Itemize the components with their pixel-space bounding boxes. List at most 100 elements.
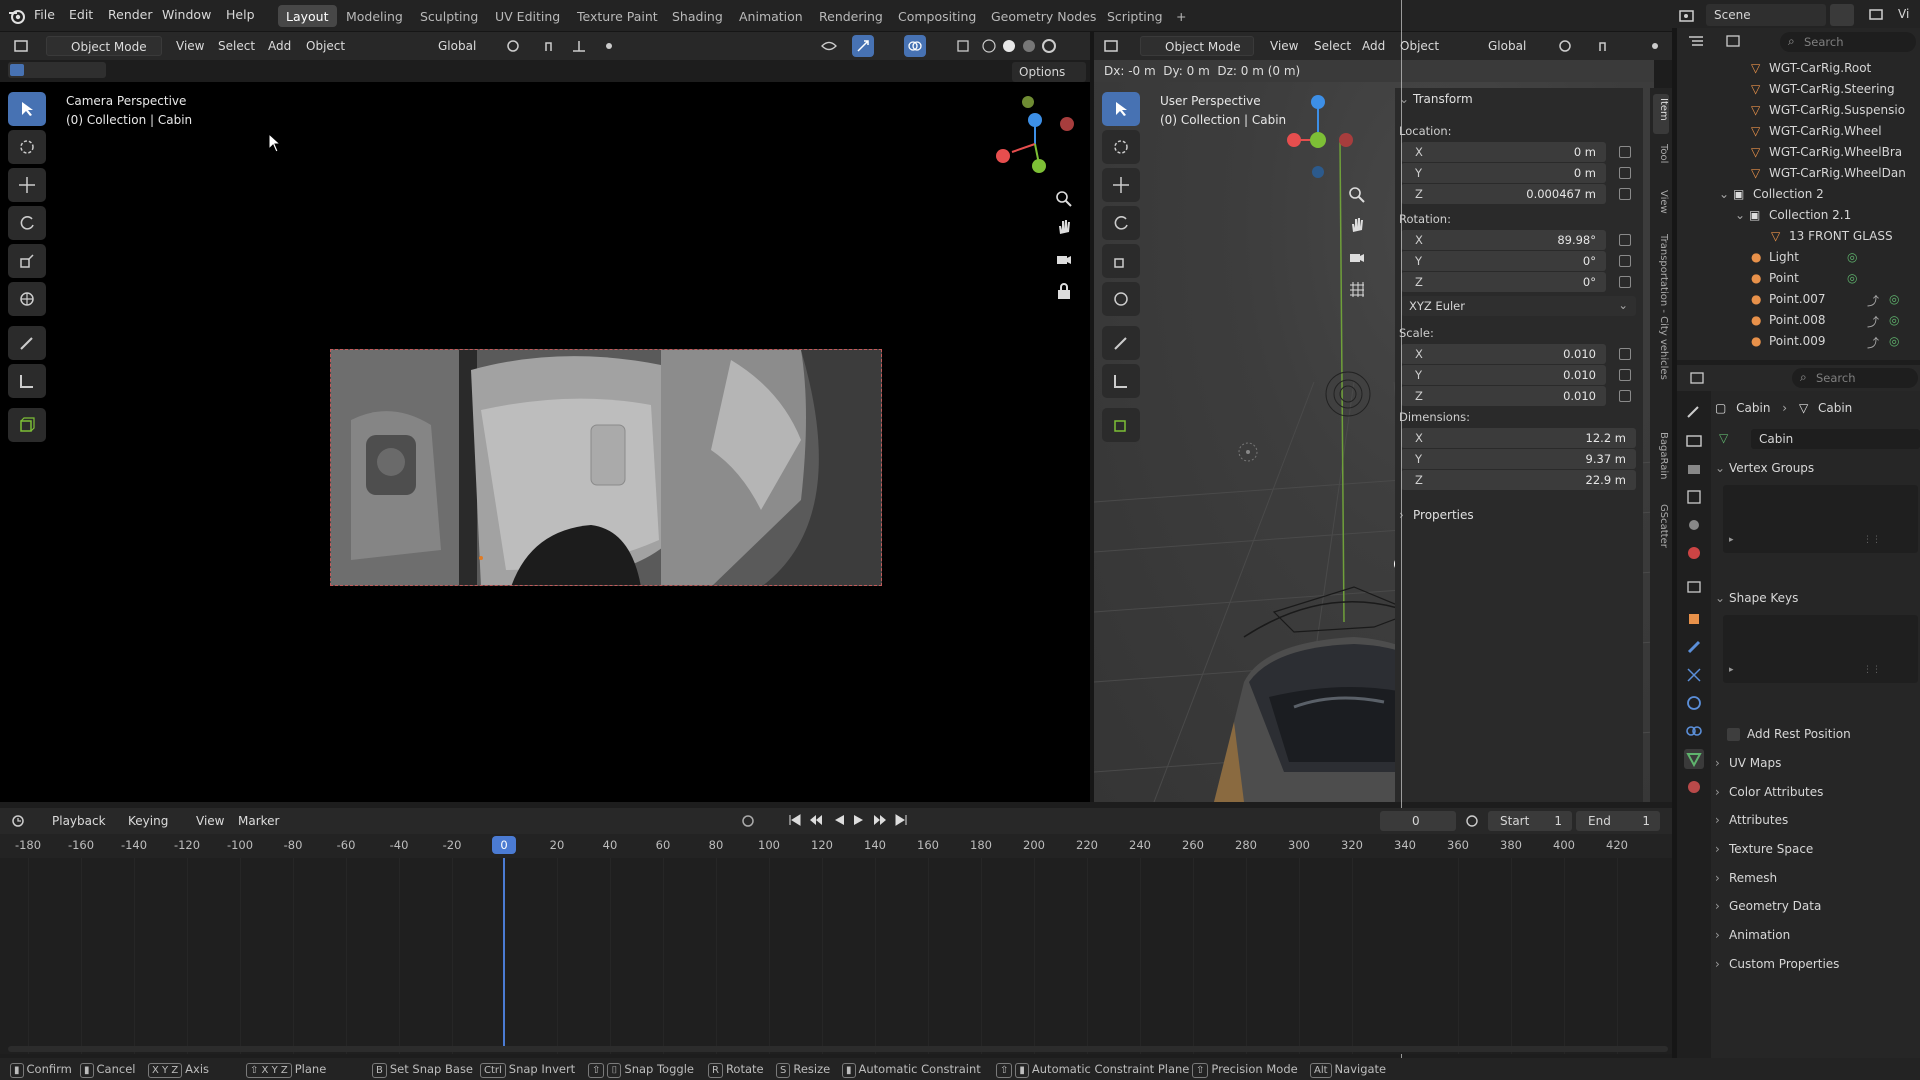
outliner-row[interactable]: ● Point.007 ⤴ ◎ — [1677, 289, 1920, 310]
transform-orientation-dropdown[interactable]: Global — [412, 36, 496, 56]
menu-file[interactable]: File — [34, 7, 55, 22]
rotate-tool-icon[interactable] — [8, 206, 46, 240]
options-dropdown[interactable]: Options — [1012, 62, 1086, 82]
end-frame-field[interactable]: End 1 — [1576, 811, 1660, 831]
tab-tool[interactable]: Tool — [1653, 140, 1669, 180]
scale-tool-icon[interactable] — [1102, 244, 1140, 278]
menu-render[interactable]: Render — [108, 7, 153, 22]
overlays-icon[interactable] — [904, 35, 926, 57]
auto-keying-icon[interactable] — [740, 813, 756, 829]
shape-keys-list[interactable]: ▸ ⋮⋮ — [1723, 615, 1918, 683]
scene-selector[interactable]: Scene — [1706, 4, 1826, 26]
output-tab-icon[interactable] — [1684, 459, 1704, 479]
tab-sculpting[interactable]: Sculpting — [412, 5, 486, 27]
move-tool-icon[interactable] — [1102, 168, 1140, 202]
lock-icon[interactable] — [1619, 369, 1631, 381]
location-x-field[interactable]: X 0 m — [1401, 142, 1606, 162]
custom-properties-panel-header[interactable]: › Custom Properties — [1715, 957, 1920, 971]
menu-select[interactable]: Select — [212, 36, 261, 56]
jump-to-keyframe-forward-icon[interactable] — [872, 813, 886, 827]
outliner-row[interactable]: ▽ WGT-CarRig.Root — [1677, 58, 1920, 79]
lock-icon[interactable] — [1619, 390, 1631, 402]
scene-tab-icon[interactable] — [1684, 515, 1704, 535]
tab-rendering[interactable]: Rendering — [811, 5, 891, 27]
select-box-tool-icon[interactable] — [8, 92, 46, 126]
add-workspace-button[interactable]: + — [1168, 5, 1194, 27]
tab-modeling[interactable]: Modeling — [338, 5, 411, 27]
outliner-row[interactable]: ● Light ◎ — [1677, 247, 1920, 268]
annotate-tool-icon[interactable] — [8, 326, 46, 360]
location-y-field[interactable]: Y 0 m — [1401, 163, 1606, 183]
texture-space-panel-header[interactable]: › Texture Space — [1715, 842, 1920, 856]
play-icon[interactable] — [852, 813, 866, 827]
list-resize-handle-icon[interactable]: ⋮⋮ — [1863, 665, 1881, 675]
menu-view[interactable]: View — [170, 36, 210, 56]
jump-to-keyframe-back-icon[interactable] — [810, 813, 824, 827]
tab-view[interactable]: View — [1653, 186, 1669, 226]
editor-type-icon[interactable] — [10, 35, 32, 57]
cursor-tool-icon[interactable] — [8, 130, 46, 164]
properties-search-input[interactable]: ⌕ Search — [1792, 368, 1918, 388]
outliner-row[interactable]: ▽ WGT-CarRig.WheelBra — [1677, 142, 1920, 163]
collection-tab-icon[interactable] — [1684, 577, 1704, 597]
menu-view[interactable]: View — [190, 811, 230, 831]
tab-animation[interactable]: Animation — [731, 5, 811, 27]
editor-type-icon[interactable] — [1100, 35, 1122, 57]
tab-geometry-nodes[interactable]: Geometry Nodes — [983, 5, 1104, 27]
cursor-tool-icon[interactable] — [1102, 130, 1140, 164]
selection-mode-buttons[interactable] — [8, 62, 106, 78]
dimensions-y-field[interactable]: Y 9.37 m — [1401, 449, 1636, 469]
transform-tool-icon[interactable] — [1102, 282, 1140, 316]
lock-icon[interactable] — [1619, 146, 1631, 158]
play-reverse-icon[interactable] — [832, 813, 846, 827]
pan-hand-icon[interactable] — [1348, 216, 1366, 234]
camera-viewport[interactable]: Camera Perspective (0) Collection | Cabi… — [0, 82, 1090, 802]
blender-logo-icon[interactable] — [8, 7, 26, 25]
outliner-row[interactable]: ▽ WGT-CarRig.Steering — [1677, 79, 1920, 100]
grid-view-icon[interactable] — [1348, 280, 1366, 298]
dimensions-x-field[interactable]: X 12.2 m — [1401, 428, 1636, 448]
breadcrumb-object[interactable]: Cabin — [1736, 401, 1770, 415]
breadcrumb-data[interactable]: Cabin — [1818, 401, 1852, 415]
mesh-data-selector[interactable]: ▽ Cabin — [1715, 427, 1920, 451]
scale-y-field[interactable]: Y 0.010 — [1401, 365, 1606, 385]
view-layer-tab-icon[interactable] — [1684, 487, 1704, 507]
menu-playback[interactable]: Playback — [46, 811, 112, 831]
location-z-field[interactable]: Z 0.000467 m — [1401, 184, 1606, 204]
lock-camera-icon[interactable] — [1056, 282, 1072, 300]
measure-tool-icon[interactable] — [8, 364, 46, 398]
scale-x-field[interactable]: X 0.010 — [1401, 344, 1606, 364]
list-resize-handle-icon[interactable]: ⋮⋮ — [1863, 535, 1881, 545]
tool-tab-icon[interactable] — [1684, 401, 1704, 421]
outliner-row[interactable]: ● Point ◎ — [1677, 268, 1920, 289]
outliner-row[interactable]: ▽ WGT-CarRig.Wheel — [1677, 121, 1920, 142]
snap-target-icon[interactable] — [568, 35, 590, 57]
playhead-handle[interactable]: 0 — [492, 836, 516, 854]
menu-add[interactable]: Add — [262, 36, 297, 56]
world-tab-icon[interactable] — [1684, 543, 1704, 563]
tab-layout[interactable]: Layout — [278, 5, 337, 27]
menu-select[interactable]: Select — [1308, 36, 1357, 56]
camera-view-icon[interactable] — [1348, 248, 1366, 266]
navigation-gizmo[interactable] — [1282, 88, 1362, 178]
outliner-editor-icon[interactable] — [1687, 34, 1705, 48]
tab-shading[interactable]: Shading — [664, 5, 731, 27]
rotate-tool-icon[interactable] — [1102, 206, 1140, 240]
view-layer-name[interactable]: Vi — [1898, 7, 1909, 21]
menu-marker[interactable]: Marker — [232, 811, 285, 831]
transform-tool-icon[interactable] — [8, 282, 46, 316]
solid-shading-icon[interactable] — [998, 35, 1020, 57]
lock-icon[interactable] — [1619, 188, 1631, 200]
measure-tool-icon[interactable] — [1102, 364, 1140, 398]
xray-icon[interactable] — [952, 35, 974, 57]
mesh-name-field[interactable]: Cabin — [1751, 429, 1920, 449]
display-mode-icon[interactable] — [1725, 34, 1743, 48]
properties-editor-icon[interactable] — [1689, 371, 1707, 385]
scale-z-field[interactable]: Z 0.010 — [1401, 386, 1606, 406]
vertex-groups-list[interactable]: ▸ ⋮⋮ — [1723, 485, 1918, 553]
start-frame-field[interactable]: Start 1 — [1488, 811, 1572, 831]
dimensions-z-field[interactable]: Z 22.9 m — [1401, 470, 1636, 490]
list-expand-icon[interactable]: ▸ — [1729, 665, 1734, 675]
object-tab-icon[interactable] — [1684, 609, 1704, 629]
view-layer-icon[interactable] — [1868, 7, 1886, 23]
